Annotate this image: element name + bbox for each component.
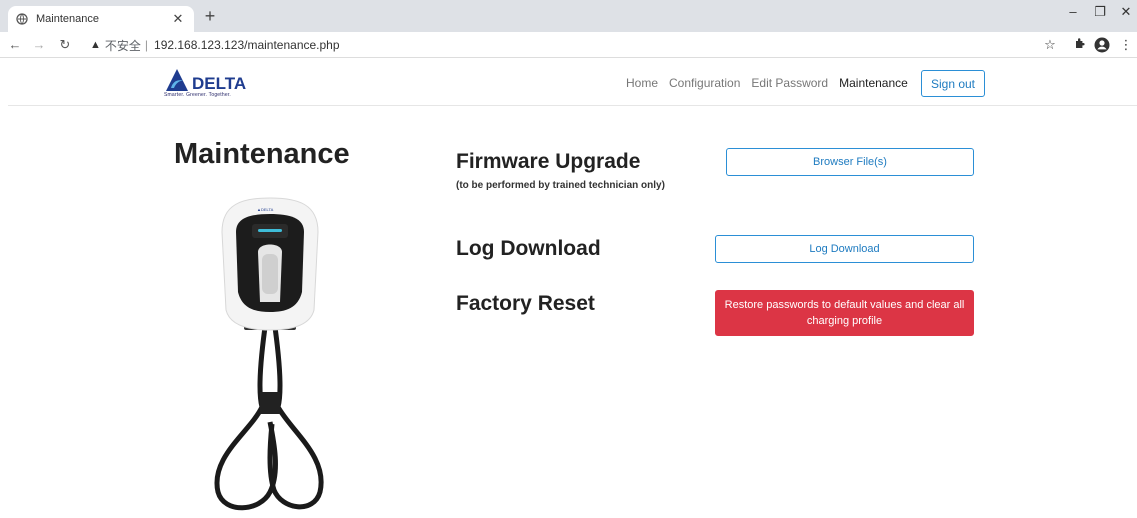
nav-configuration[interactable]: Configuration — [669, 76, 740, 90]
logo-tagline: Smarter. Greener. Together. — [164, 92, 232, 98]
nav-home[interactable]: Home — [626, 76, 658, 90]
svg-text:▲DELTA: ▲DELTA — [257, 207, 274, 212]
tab-title: Maintenance — [36, 13, 99, 25]
warning-icon: ▲ — [90, 39, 101, 51]
nav-maintenance[interactable]: Maintenance — [839, 76, 908, 90]
page-title: Maintenance — [174, 138, 350, 170]
browser-menu-icon[interactable]: ⋮ — [1118, 37, 1134, 53]
url-text: 192.168.123.123/maintenance.php — [154, 38, 340, 52]
firmware-upgrade-heading: Firmware Upgrade — [456, 150, 641, 173]
window-close-icon[interactable]: ✕ — [1116, 4, 1136, 20]
address-separator: | — [144, 38, 149, 52]
browser-tab-bar: Maintenance ✕ + – ❐ ✕ — [0, 0, 1137, 32]
browser-toolbar: ← → ↻ ▲ 不安全 | 192.168.123.123/maintenanc… — [0, 32, 1137, 58]
extensions-icon[interactable] — [1072, 37, 1088, 52]
site-navbar: DELTA Smarter. Greener. Together. Home C… — [8, 60, 1137, 106]
browse-files-button[interactable]: Browser File(s) — [726, 148, 974, 176]
log-download-button[interactable]: Log Download — [715, 235, 974, 263]
logo-text: DELTA — [192, 74, 246, 93]
insecure-label: 不安全 — [104, 38, 141, 53]
firmware-upgrade-note: (to be performed by trained technician o… — [456, 180, 665, 191]
back-icon[interactable]: ← — [6, 37, 24, 52]
nav-edit-password[interactable]: Edit Password — [751, 76, 828, 90]
profile-icon[interactable] — [1094, 37, 1110, 56]
minimize-icon[interactable]: – — [1063, 4, 1083, 19]
globe-icon — [16, 13, 28, 25]
sign-out-button[interactable]: Sign out — [921, 70, 985, 97]
bookmark-star-icon[interactable]: ☆ — [1042, 37, 1058, 53]
ev-charger-image: ▲DELTA — [200, 192, 340, 513]
factory-reset-heading: Factory Reset — [456, 292, 595, 315]
address-bar[interactable]: ▲ 不安全 | 192.168.123.123/maintenance.php — [90, 34, 1050, 56]
reload-icon[interactable]: ↻ — [56, 37, 74, 53]
log-download-heading: Log Download — [456, 237, 601, 260]
nav-links: Home Configuration Edit Password Mainten… — [626, 76, 919, 90]
new-tab-button[interactable]: + — [200, 6, 220, 26]
restore-icon[interactable]: ❐ — [1090, 4, 1110, 20]
forward-icon[interactable]: → — [30, 37, 48, 52]
factory-reset-button[interactable]: Restore passwords to default values and … — [715, 290, 974, 336]
close-tab-icon[interactable]: ✕ — [170, 11, 186, 27]
browser-tab[interactable]: Maintenance ✕ — [8, 6, 194, 32]
